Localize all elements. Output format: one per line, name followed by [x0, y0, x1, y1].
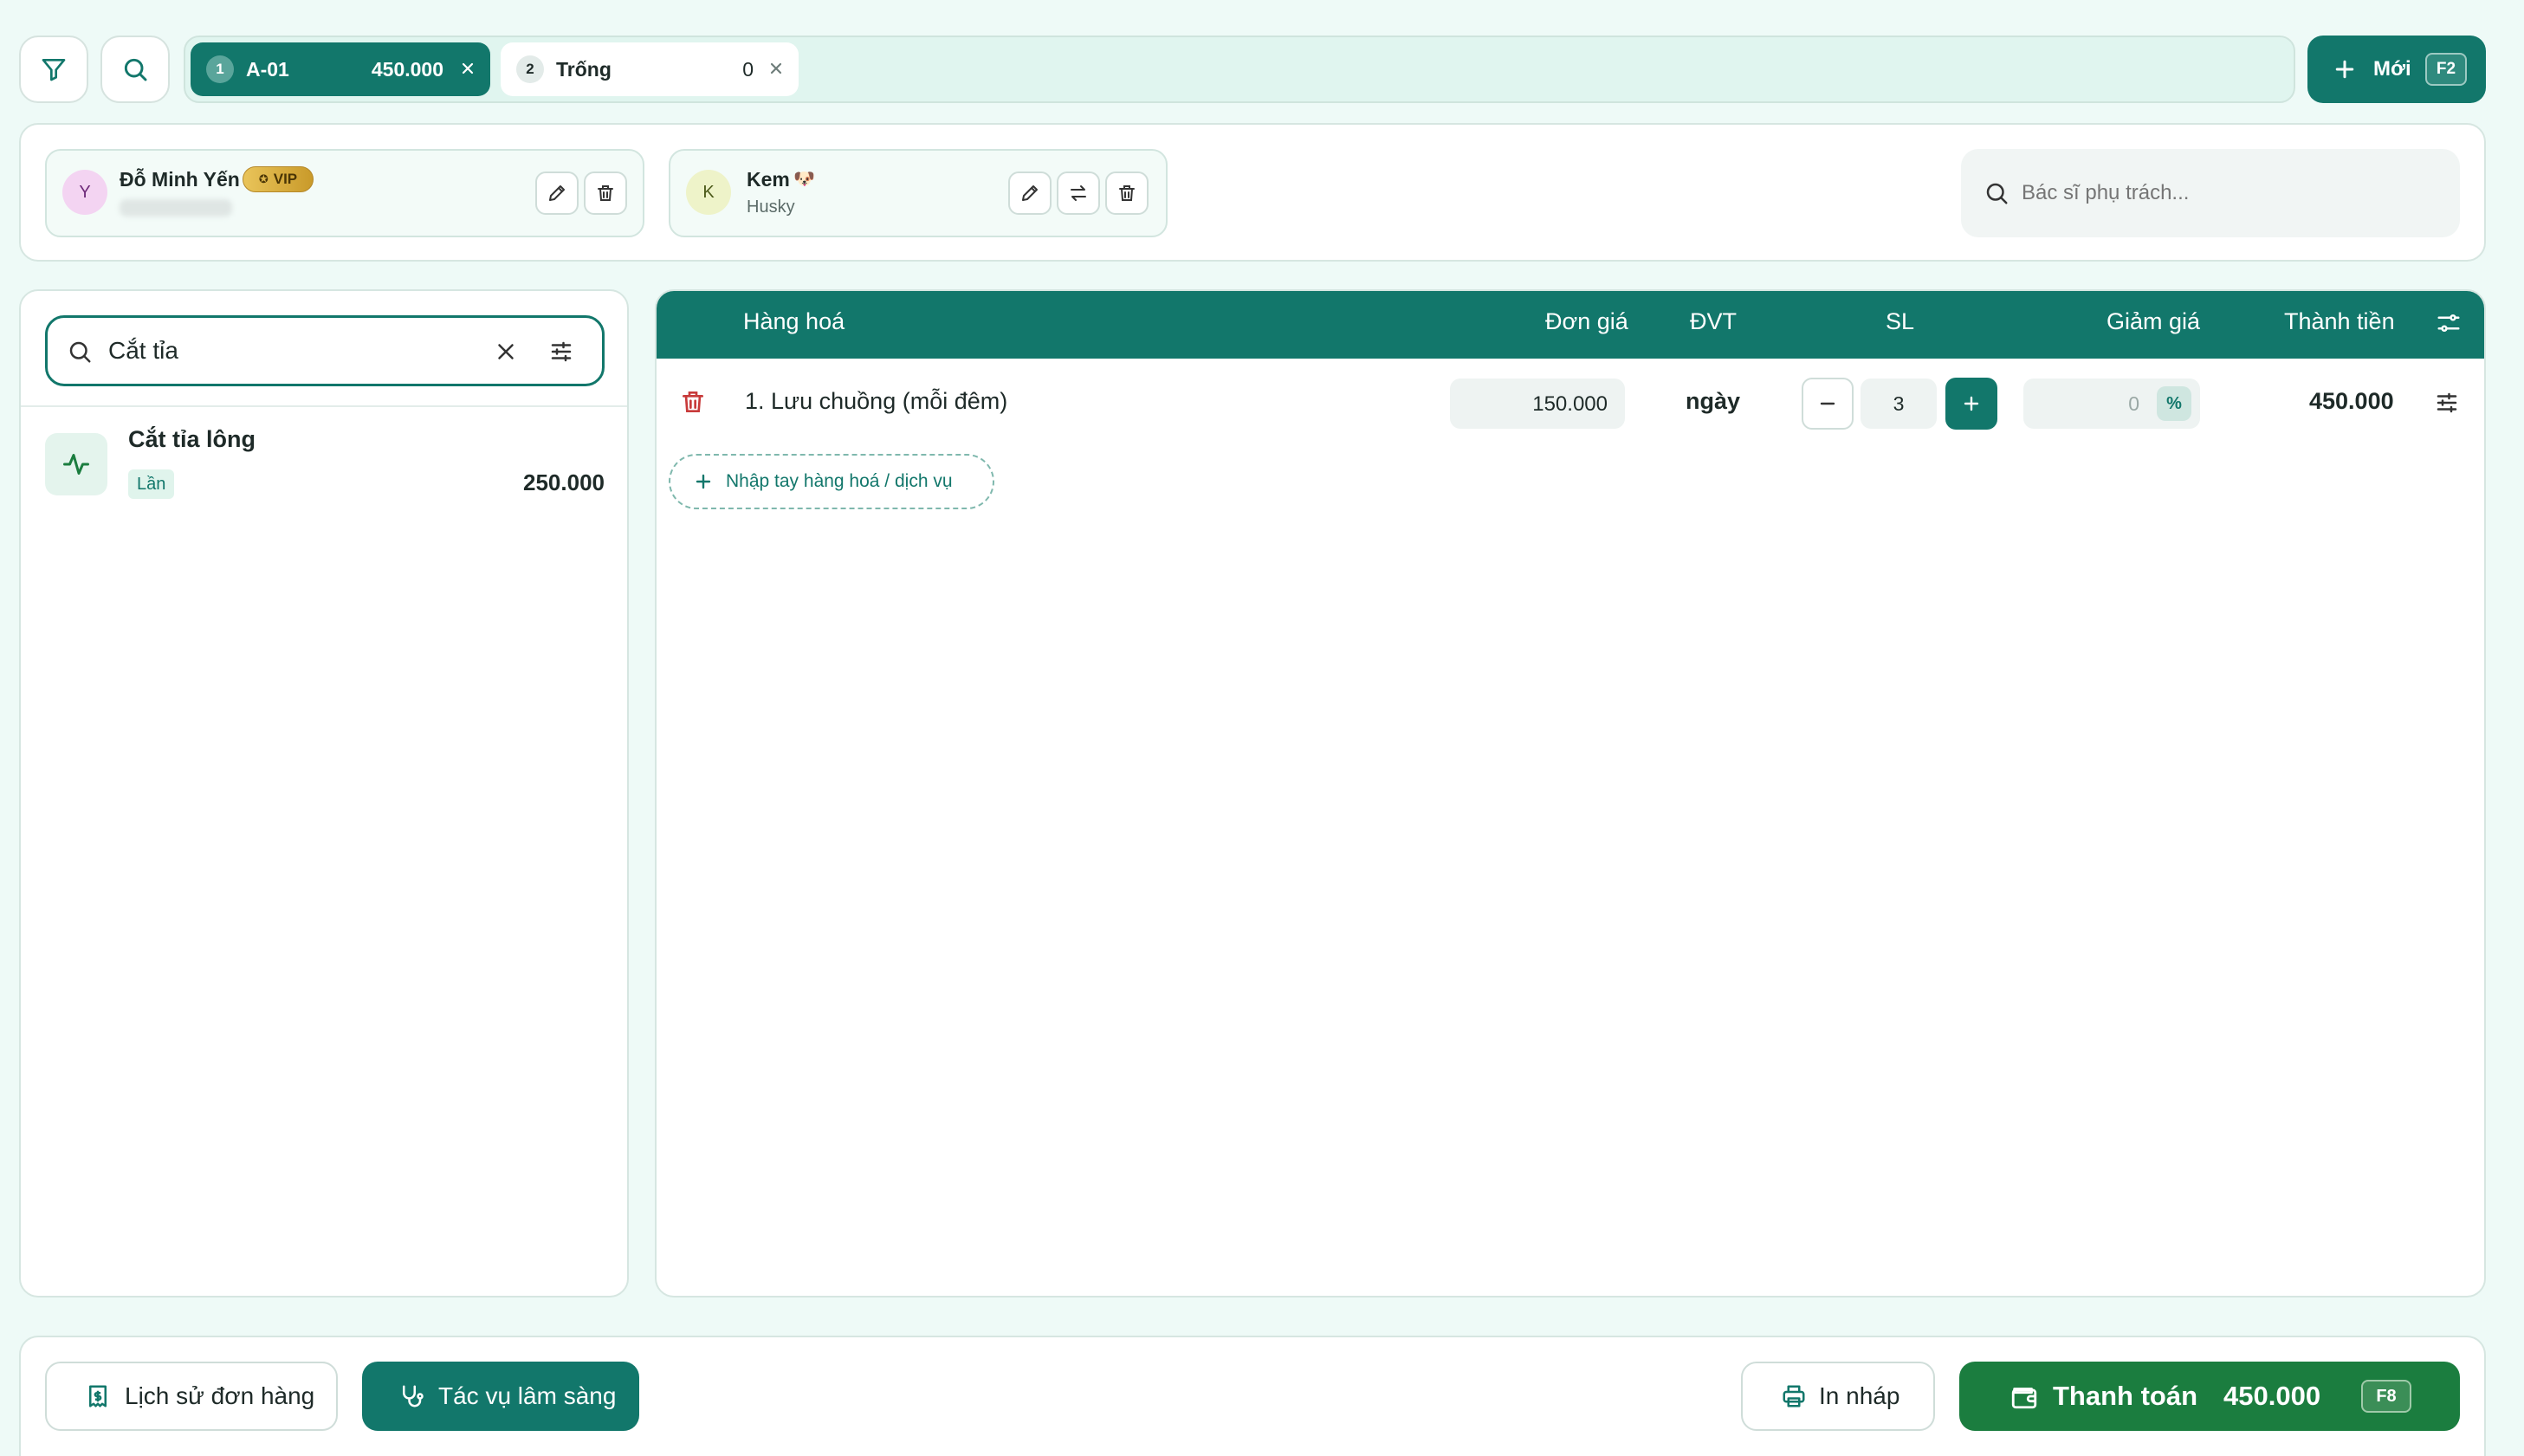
column-settings-icon[interactable] [2436, 310, 2462, 336]
catalog-panel: Cắt tỉa Cắt tỉa lông Lần 250.000 [19, 289, 629, 1297]
catalog-search-input[interactable]: Cắt tỉa [108, 337, 178, 365]
search-icon [69, 341, 91, 363]
pet-species-icon: 🐶 [793, 170, 815, 189]
catalog-item-unit: Lần [128, 469, 175, 499]
plus-icon [1964, 396, 1979, 411]
tab-name: Trống [556, 57, 612, 81]
cart-item-total: 450.000 [2309, 388, 2394, 414]
qty-decrement-button[interactable] [1802, 378, 1854, 430]
activity-icon [63, 454, 89, 475]
checkout-amount: 450.000 [2223, 1381, 2321, 1411]
delete-pet-button[interactable] [1105, 171, 1149, 215]
customer-name: Đỗ Minh Yến [120, 168, 240, 191]
switch-pet-button[interactable] [1057, 171, 1100, 215]
order-tabs-bar: 1 A-01 450.000 2 Trống 0 [184, 36, 2295, 103]
print-draft-button[interactable]: In nháp [1741, 1362, 1935, 1431]
stethoscope-icon [403, 1385, 424, 1407]
customer-chip[interactable]: Y Đỗ Minh Yến ✪ VIP [45, 149, 644, 237]
tab-amount: 0 [742, 57, 754, 81]
pet-breed: Husky [747, 197, 795, 217]
close-icon[interactable] [459, 60, 476, 77]
col-qty: SL [1886, 308, 1915, 334]
pet-chip[interactable]: K Kem 🐶 Husky [669, 149, 1168, 237]
catalog-search[interactable]: Cắt tỉa [45, 315, 605, 386]
catalog-item[interactable]: Cắt tỉa lông Lần 250.000 [45, 426, 605, 513]
cart-item-unit: ngày [1686, 388, 1741, 414]
pencil-icon [1022, 185, 1038, 201]
tab-index: 2 [516, 55, 544, 83]
clinical-actions-button[interactable]: Tác vụ lâm sàng [362, 1362, 639, 1431]
col-discount: Giảm giá [2107, 308, 2201, 334]
discount-mode-toggle[interactable]: % [2157, 386, 2191, 421]
service-icon [45, 433, 107, 495]
filter-button[interactable] [19, 36, 88, 103]
discount-input[interactable]: 0 % [2023, 379, 2200, 429]
checkout-button[interactable]: Thanh toán 450.000 F8 [1959, 1362, 2460, 1431]
tab-amount: 450.000 [371, 57, 443, 81]
edit-pet-button[interactable] [1008, 171, 1052, 215]
manual-add-button[interactable]: Nhập tay hàng hoá / dịch vụ [669, 454, 994, 509]
doctor-input[interactable] [2022, 171, 2437, 215]
printer-icon [1783, 1385, 1805, 1407]
pencil-icon [549, 185, 565, 201]
edit-customer-button[interactable] [535, 171, 579, 215]
remove-row-icon[interactable] [679, 388, 707, 416]
receipt-icon [89, 1385, 107, 1407]
search-button[interactable] [100, 36, 170, 103]
col-total: Thành tiền [2284, 308, 2395, 334]
shortcut-badge: F8 [2361, 1380, 2411, 1413]
qty-increment-button[interactable] [1945, 378, 1997, 430]
catalog-divider [21, 405, 627, 407]
cart-item-name: 1. Lưu chuồng (mỗi đêm) [745, 388, 1008, 414]
minus-icon [1820, 402, 1835, 405]
doctor-search-field[interactable] [1961, 149, 2460, 237]
pet-name: Kem [747, 168, 790, 191]
unit-price-input[interactable]: 150.000 [1450, 379, 1625, 429]
plus-icon [696, 474, 711, 489]
order-tab-2[interactable]: 2 Trống 0 [501, 42, 799, 96]
tab-name: A-01 [246, 57, 289, 81]
new-order-button[interactable]: Mới F2 [2307, 36, 2486, 103]
wallet-icon [2011, 1388, 2037, 1409]
col-product: Hàng hoá [743, 308, 845, 334]
row-options-icon[interactable] [2434, 390, 2460, 416]
catalog-item-price: 250.000 [523, 469, 605, 495]
close-icon[interactable] [767, 60, 785, 77]
filter-icon [42, 59, 66, 81]
trash-icon [598, 185, 613, 201]
swap-icon [1071, 185, 1086, 201]
order-tab-1[interactable]: 1 A-01 450.000 [191, 42, 490, 96]
col-unit-price: Đơn giá [1545, 308, 1628, 334]
avatar: K [686, 170, 731, 215]
qty-input[interactable]: 3 [1861, 379, 1937, 429]
plus-icon [2335, 60, 2354, 79]
col-unit: ĐVT [1690, 308, 1737, 334]
order-history-button[interactable]: Lịch sử đơn hàng [45, 1362, 338, 1431]
star-icon: ✪ [258, 172, 269, 185]
vip-badge: ✪ VIP [243, 166, 314, 192]
new-order-label: Mới [2373, 57, 2411, 81]
search-icon [124, 58, 147, 81]
customer-phone-blurred [120, 199, 232, 217]
sliders-icon[interactable] [548, 339, 574, 365]
delete-customer-button[interactable] [584, 171, 627, 215]
tab-index: 1 [206, 55, 234, 83]
catalog-item-name: Cắt tỉa lông [128, 426, 256, 452]
clear-icon[interactable] [493, 339, 519, 365]
trash-icon [1119, 185, 1135, 201]
shortcut-badge: F2 [2425, 53, 2467, 86]
avatar: Y [62, 170, 107, 215]
search-icon [1986, 183, 2008, 204]
cart-panel [655, 289, 2486, 1297]
